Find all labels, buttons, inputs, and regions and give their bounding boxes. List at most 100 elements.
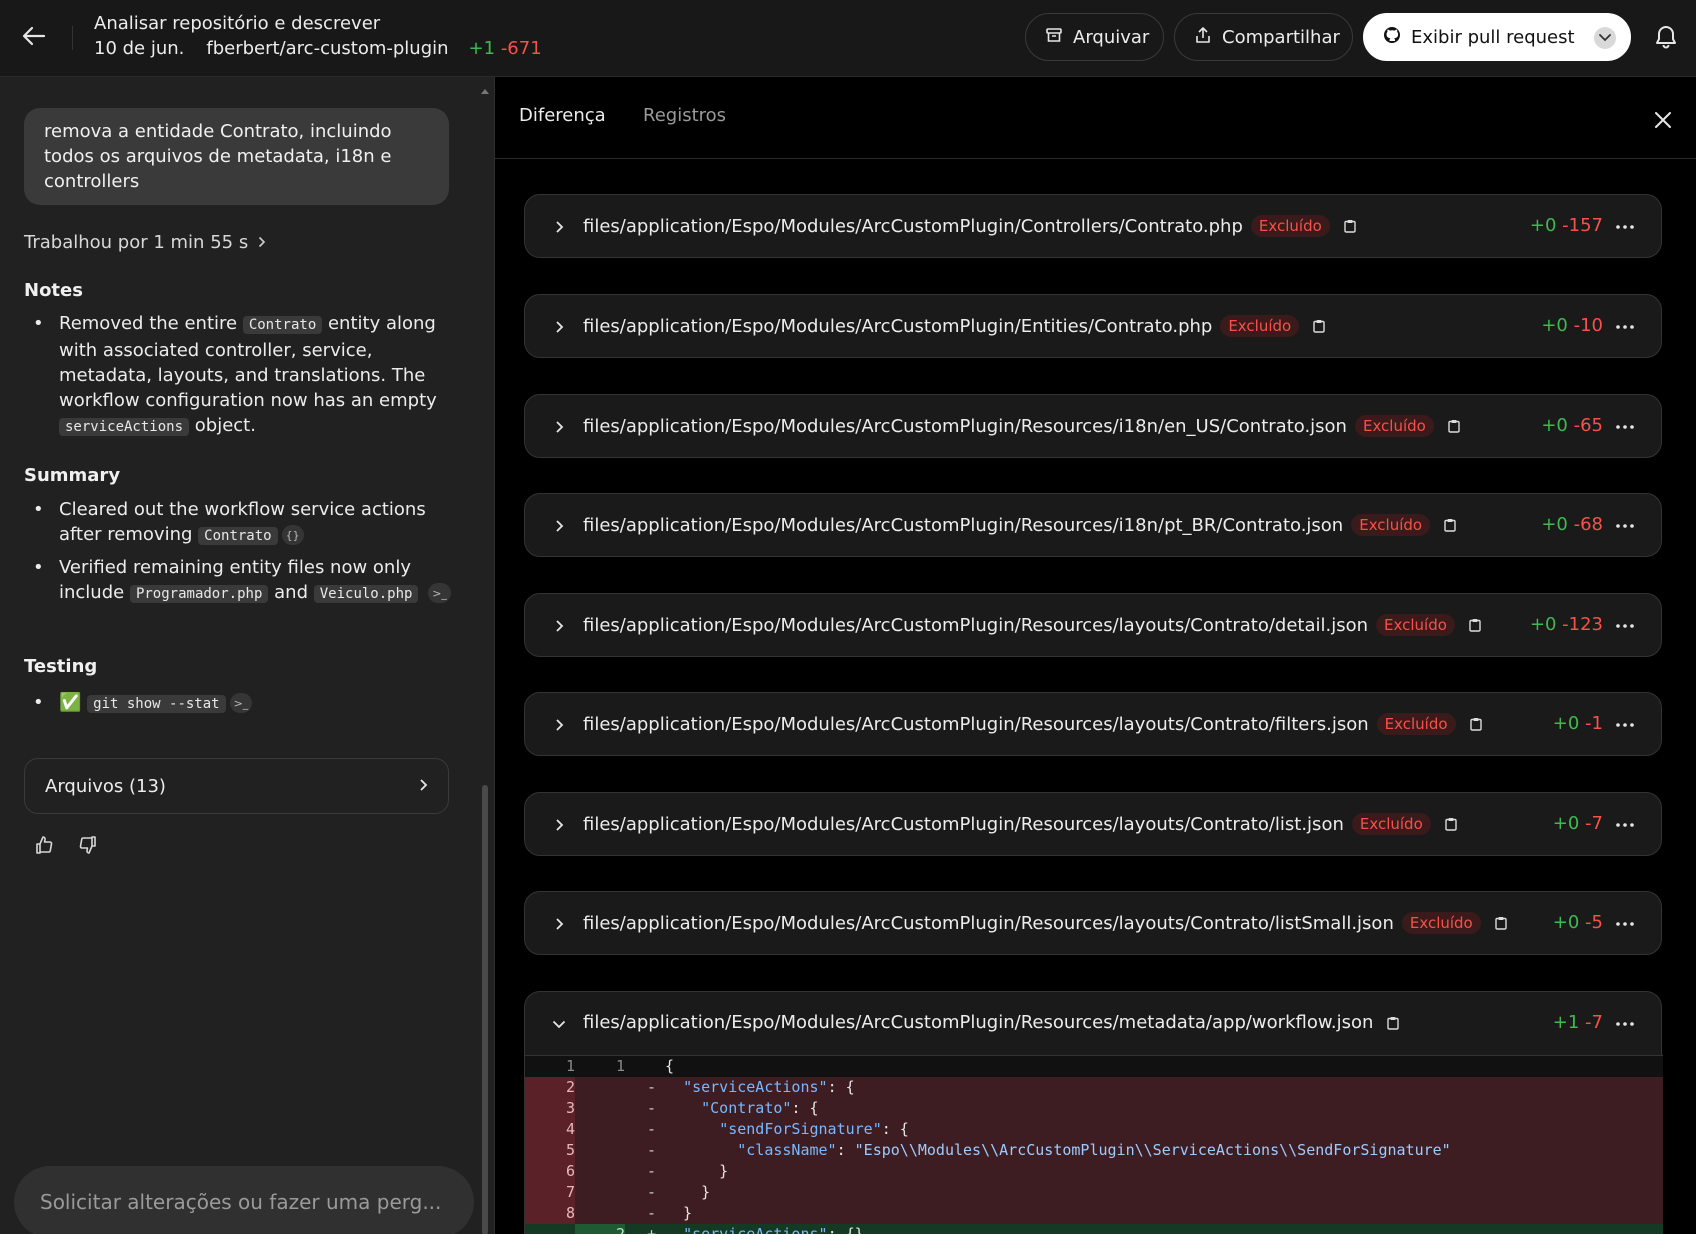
share-icon — [1194, 26, 1212, 49]
more-options-icon[interactable] — [1613, 315, 1637, 339]
github-icon — [1383, 26, 1401, 49]
archive-label: Arquivar — [1073, 26, 1150, 48]
file-stats: +0 -68 — [1541, 514, 1603, 535]
feedback-row — [32, 833, 100, 857]
file-stats: +0 -1 — [1552, 713, 1603, 734]
more-options-icon[interactable] — [1613, 415, 1637, 439]
more-options-icon[interactable] — [1613, 912, 1637, 936]
more-options-icon[interactable] — [1613, 1012, 1637, 1036]
more-options-icon[interactable] — [1613, 614, 1637, 638]
notification-bell-icon[interactable] — [1651, 22, 1681, 52]
deleted-badge: Excluído — [1351, 813, 1431, 835]
file-card: files/application/Espo/Modules/ArcCustom… — [524, 493, 1662, 557]
copy-icon[interactable] — [1309, 316, 1329, 336]
message-input[interactable]: Solicitar alterações ou fazer uma perg..… — [14, 1166, 474, 1234]
copy-icon[interactable] — [1441, 814, 1461, 834]
close-icon[interactable] — [1650, 107, 1676, 133]
chevron-down-icon[interactable] — [547, 1012, 571, 1036]
deleted-badge: Excluído — [1220, 315, 1300, 337]
chevron-right-icon[interactable] — [547, 713, 571, 737]
file-stats: +0 -157 — [1529, 215, 1603, 236]
task-title: Analisar repositório e descrever — [94, 13, 381, 34]
diff-tabs: Diferença Registros — [495, 77, 1696, 159]
copy-icon[interactable] — [1340, 216, 1360, 236]
chevron-right-icon[interactable] — [547, 215, 571, 239]
terminal-citation-icon[interactable]: >_ — [229, 693, 253, 713]
chevron-right-icon — [258, 232, 266, 253]
inline-code: Veiculo.php — [313, 585, 419, 603]
deleted-badge: Excluído — [1351, 514, 1431, 536]
tab-logs[interactable]: Registros — [643, 105, 726, 126]
file-path[interactable]: files/application/Espo/Modules/ArcCustom… — [583, 813, 1461, 835]
summary-list: Cleared out the workflow service actions… — [24, 497, 454, 617]
file-stats: +1 -7 — [1552, 1012, 1603, 1033]
diff-line: 2- "serviceActions": { — [525, 1077, 1663, 1098]
copy-icon[interactable] — [1491, 913, 1511, 933]
diff-stats: +1 -671 — [469, 38, 542, 59]
chevron-right-icon[interactable] — [547, 415, 571, 439]
diff-view: 1 1{2- "serviceActions": {3- "Contrato": … — [525, 1055, 1663, 1234]
additions-count: +1 — [468, 38, 496, 59]
deleted-badge: Excluído — [1376, 614, 1455, 636]
diff-line: 8- } — [525, 1203, 1663, 1224]
more-options-icon[interactable] — [1613, 813, 1637, 837]
diff-line: 6- } — [525, 1161, 1663, 1182]
list-item: Removed the entire Contrato entity along… — [24, 311, 454, 440]
files-button[interactable]: Arquivos (13) — [24, 758, 449, 814]
code-citation-icon[interactable]: {} — [281, 525, 304, 545]
thumbs-down-icon[interactable] — [76, 833, 100, 857]
terminal-citation-icon[interactable]: >_ — [428, 583, 451, 603]
tab-diff[interactable]: Diferença — [519, 105, 606, 126]
chevron-right-icon[interactable] — [547, 912, 571, 936]
chat-scrollbar[interactable] — [478, 85, 490, 1234]
file-path[interactable]: files/application/Espo/Modules/ArcCustom… — [583, 514, 1460, 536]
file-path[interactable]: files/application/Espo/Modules/ArcCustom… — [583, 713, 1486, 735]
view-pull-request-button[interactable]: Exibir pull request — [1363, 13, 1631, 61]
list-item: Cleared out the workflow service actions… — [24, 497, 454, 549]
copy-icon[interactable] — [1465, 615, 1485, 635]
diff-line: 5- "className": "Espo\\Modules\\ArcCusto… — [525, 1140, 1663, 1161]
file-card-open: files/application/Espo/Modules/ArcCustom… — [524, 991, 1663, 1234]
worked-duration[interactable]: Trabalhou por 1 min 55 s — [24, 232, 266, 253]
thumbs-up-icon[interactable] — [32, 833, 56, 857]
copy-icon[interactable] — [1444, 416, 1464, 436]
file-path[interactable]: files/application/Espo/Modules/ArcCustom… — [583, 415, 1464, 437]
chevron-right-icon[interactable] — [547, 514, 571, 538]
file-path[interactable]: files/application/Espo/Modules/ArcCustom… — [583, 215, 1360, 237]
chat-panel: remova a entidade Contrato, incluindo to… — [0, 77, 495, 1234]
more-options-icon[interactable] — [1613, 215, 1637, 239]
chevron-right-icon[interactable] — [547, 813, 571, 837]
diff-line: 7- } — [525, 1182, 1663, 1203]
copy-icon[interactable] — [1440, 515, 1460, 535]
file-card: files/application/Espo/Modules/ArcCustom… — [524, 692, 1662, 756]
list-item: ✅ git show --stat>_ — [24, 690, 454, 717]
copy-icon[interactable] — [1383, 1013, 1403, 1033]
file-stats: +0 -7 — [1552, 813, 1603, 834]
file-path[interactable]: files/application/Espo/Modules/ArcCustom… — [583, 315, 1329, 337]
file-path[interactable]: files/application/Espo/Modules/ArcCustom… — [583, 1012, 1403, 1033]
copy-icon[interactable] — [1466, 714, 1486, 734]
file-card: files/application/Espo/Modules/ArcCustom… — [524, 593, 1662, 657]
diff-line: 1 1{ — [525, 1056, 1663, 1077]
more-options-icon[interactable] — [1613, 514, 1637, 538]
chevron-right-icon[interactable] — [547, 614, 571, 638]
file-card: files/application/Espo/Modules/ArcCustom… — [524, 891, 1662, 955]
diff-line: 4- "sendForSignature": { — [525, 1119, 1663, 1140]
more-options-icon[interactable] — [1613, 713, 1637, 737]
file-stats: +0 -123 — [1529, 614, 1603, 635]
notes-heading: Notes — [24, 280, 83, 301]
check-icon: ✅ — [59, 692, 82, 713]
file-path[interactable]: files/application/Espo/Modules/ArcCustom… — [583, 912, 1511, 934]
scrollbar-thumb[interactable] — [482, 785, 488, 1234]
deleted-badge: Excluído — [1250, 215, 1330, 237]
chevron-right-icon[interactable] — [547, 315, 571, 339]
inline-code: Contrato — [242, 316, 323, 334]
file-path[interactable]: files/application/Espo/Modules/ArcCustom… — [583, 614, 1485, 636]
file-card: files/application/Espo/Modules/ArcCustom… — [524, 792, 1662, 856]
back-arrow-icon[interactable] — [18, 20, 50, 52]
chevron-down-icon[interactable] — [1594, 27, 1616, 49]
deletions-count: -671 — [500, 38, 542, 59]
scroll-up-arrow-icon[interactable] — [481, 89, 489, 94]
archive-button[interactable]: Arquivar — [1025, 13, 1164, 61]
share-button[interactable]: Compartilhar — [1174, 13, 1353, 61]
